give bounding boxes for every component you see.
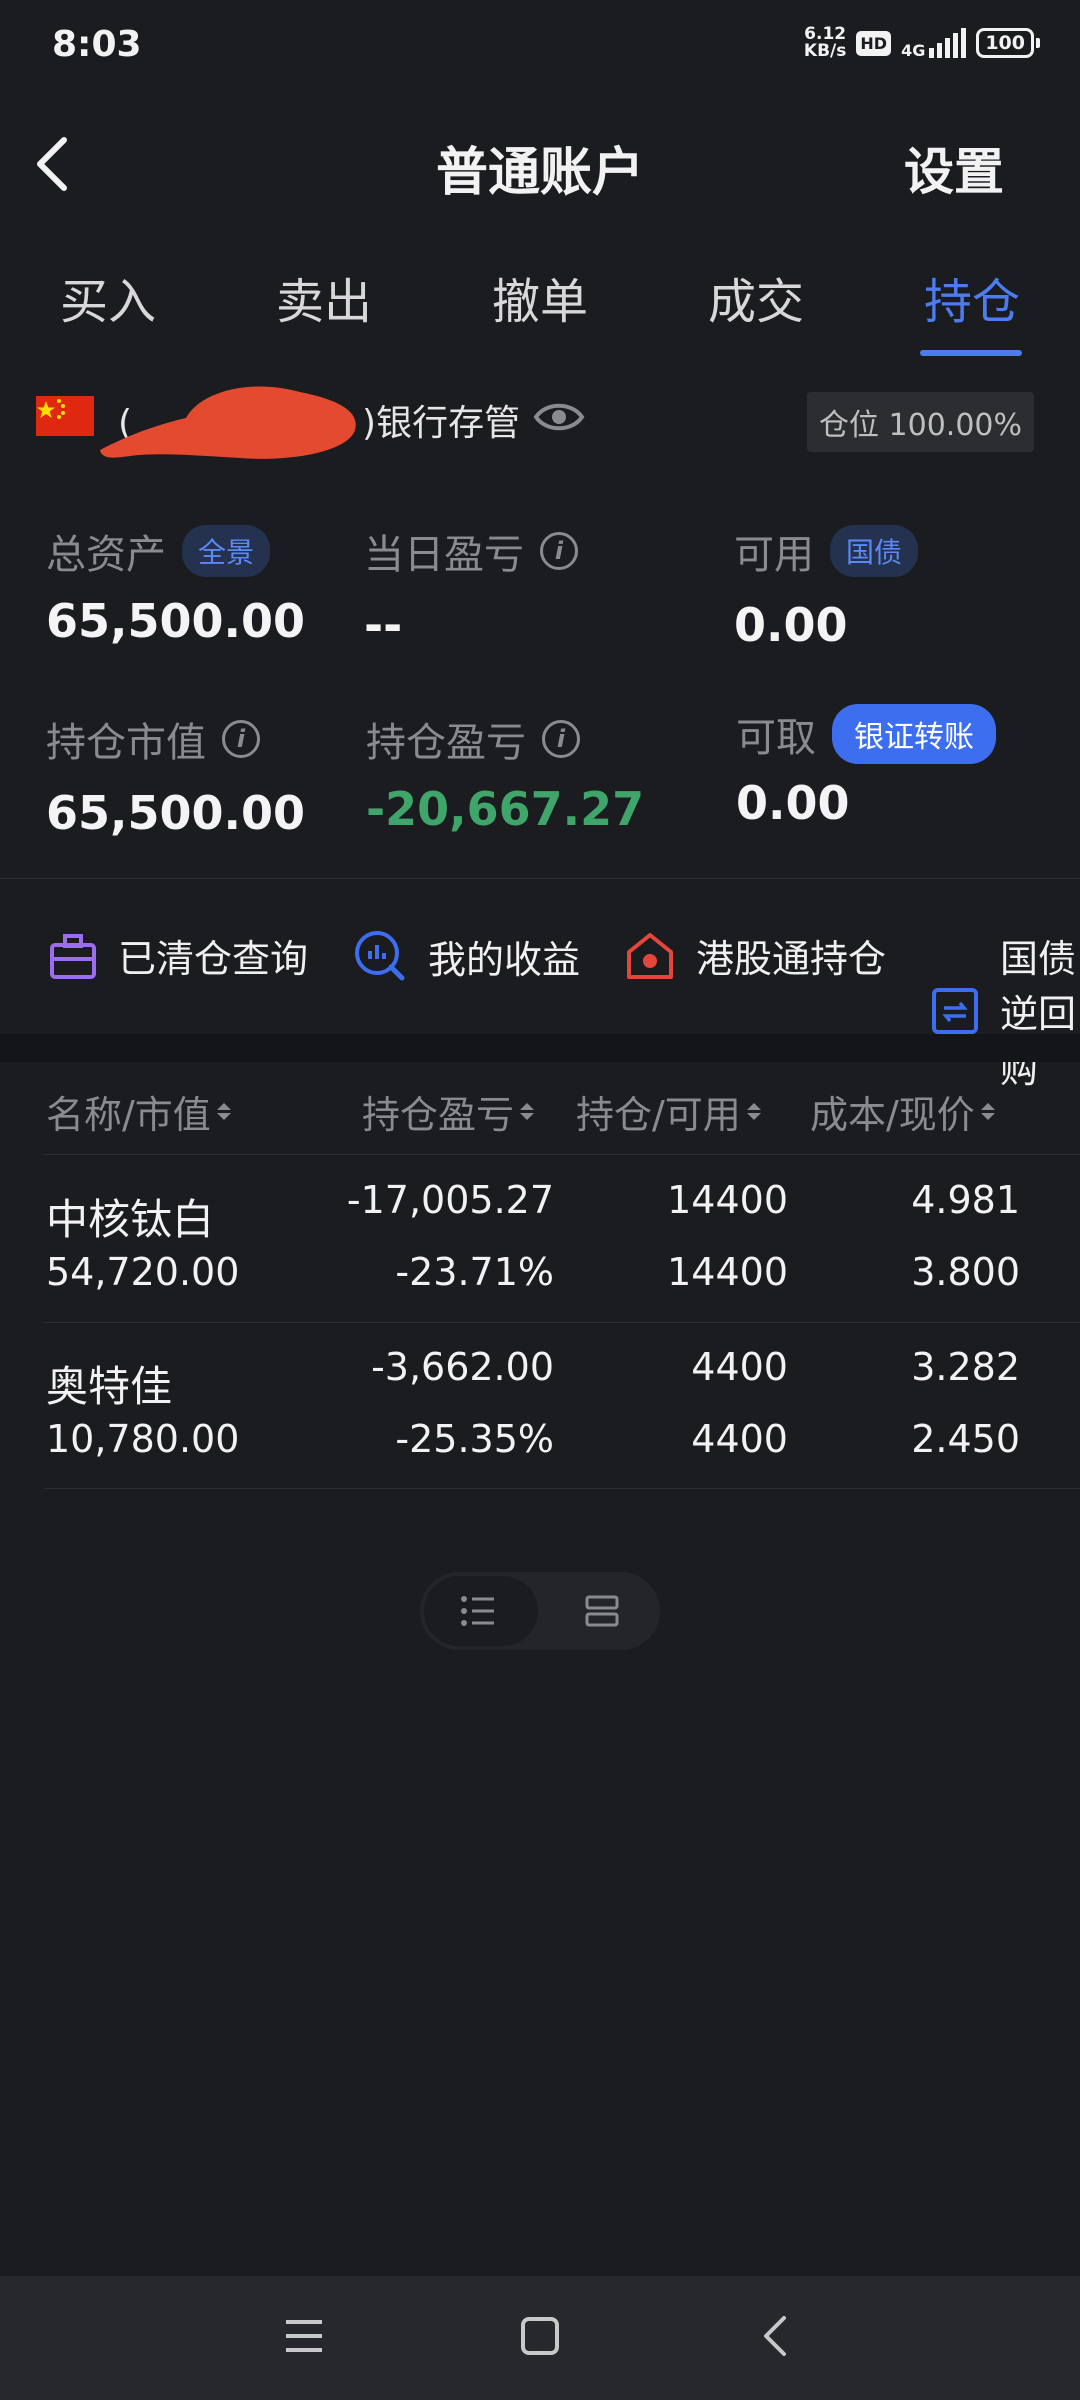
stock-pl-pct: -23.71% [395, 1250, 554, 1294]
withdrawable-value: 0.00 [736, 776, 850, 830]
net-speed: 6.12 KB/s [803, 24, 847, 61]
view-toggle [420, 1572, 660, 1650]
header-position[interactable]: 持仓/可用 [576, 1084, 761, 1139]
settings-button[interactable]: 设置 [904, 132, 1004, 204]
position-pl-value: -20,667.27 [366, 782, 645, 836]
position-pl-label: 持仓盈亏 i [366, 710, 580, 768]
withdrawable-label: 可取 银证转账 [736, 704, 996, 764]
card-view-icon[interactable] [584, 1594, 620, 1628]
bank-transfer-button[interactable]: 银证转账 [832, 704, 996, 764]
table-row[interactable]: 奥特佳 10,780.00 -3,662.00 -25.35% 4400 440… [0, 1323, 1080, 1489]
repo-icon [932, 987, 978, 1034]
table-row[interactable]: 中核钛白 54,720.00 -17,005.27 -23.71% 14400 … [0, 1156, 1080, 1322]
total-assets-label: 总资产 全景 [46, 522, 271, 580]
tab-sell[interactable]: 卖出 [276, 262, 372, 332]
stock-cost: 4.981 [911, 1178, 1020, 1222]
redaction-scribble [100, 386, 356, 459]
total-assets-value: 65,500.00 [46, 594, 305, 648]
stock-pl: -3,662.00 [371, 1345, 554, 1389]
divider [0, 878, 1080, 879]
sort-icon [746, 1103, 761, 1120]
tab-positions[interactable]: 持仓 [924, 262, 1020, 332]
stock-position: 14400 [667, 1178, 788, 1222]
stock-available: 14400 [667, 1250, 788, 1294]
header-cost-price[interactable]: 成本/现价 [810, 1084, 995, 1139]
info-icon[interactable]: i [540, 532, 578, 570]
system-nav-bar [0, 2276, 1080, 2400]
header-name-value[interactable]: 名称/市值 [46, 1084, 231, 1139]
hk-house-icon [627, 932, 673, 979]
menu-icon[interactable] [284, 2318, 324, 2354]
stock-pl: -17,005.27 [346, 1178, 554, 1222]
stock-available: 4400 [691, 1417, 788, 1461]
back-nav-icon[interactable] [760, 2314, 790, 2358]
info-icon[interactable]: i [222, 720, 260, 758]
tab-deals[interactable]: 成交 [708, 262, 804, 332]
list-view-icon[interactable] [460, 1594, 496, 1628]
panorama-tag[interactable]: 全景 [182, 525, 271, 577]
info-icon[interactable]: i [542, 720, 580, 758]
sort-icon [520, 1103, 535, 1120]
position-ratio-badge: 仓位 100.00% [806, 392, 1034, 452]
market-value-value: 65,500.00 [46, 786, 305, 840]
stock-market-value: 54,720.00 [46, 1250, 240, 1294]
stock-pl-pct: -25.35% [395, 1417, 554, 1461]
battery-icon: 100 [976, 28, 1040, 58]
status-time: 8:03 [52, 24, 142, 65]
stock-price: 3.800 [911, 1250, 1020, 1294]
stock-name: 奥特佳 [46, 1362, 173, 1411]
header-pl[interactable]: 持仓盈亏 [362, 1084, 535, 1139]
sort-icon [216, 1103, 231, 1120]
status-icons: 6.12 KB/s HD 4G 100 [804, 26, 1040, 60]
tab-buy[interactable]: 买入 [60, 262, 156, 332]
my-earnings-entry[interactable]: 我的收益 [352, 928, 580, 984]
divider [44, 1488, 1080, 1489]
stock-market-value: 10,780.00 [46, 1417, 240, 1461]
eye-icon[interactable] [532, 394, 586, 440]
stock-name: 中核钛白 [46, 1195, 215, 1244]
home-icon[interactable] [520, 2316, 560, 2356]
market-value-label: 持仓市值 i [46, 710, 260, 768]
china-flag-icon [36, 396, 94, 436]
divider [44, 1154, 1080, 1155]
daily-pl-value: -- [364, 598, 403, 652]
stock-cost: 3.282 [911, 1345, 1020, 1389]
available-value: 0.00 [734, 598, 848, 652]
treasury-repo-entry[interactable]: 国债逆回购 [930, 928, 1080, 1093]
tab-cancel[interactable]: 撤单 [492, 262, 588, 332]
hd-icon: HD [856, 30, 892, 56]
signal-icon: 4G [901, 28, 967, 59]
treasury-tag[interactable]: 国债 [830, 525, 919, 577]
briefcase-icon [50, 933, 96, 979]
available-label: 可用 国债 [734, 522, 919, 580]
tab-active-indicator [920, 350, 1022, 356]
chart-search-icon [355, 931, 405, 981]
sort-icon [980, 1103, 995, 1120]
hk-connect-entry[interactable]: 港股通持仓 [624, 928, 886, 983]
section-gap [0, 1034, 1080, 1062]
stock-price: 2.450 [911, 1417, 1020, 1461]
cleared-positions-entry[interactable]: 已清仓查询 [48, 928, 308, 983]
daily-pl-label: 当日盈亏 i [364, 522, 578, 580]
stock-position: 4400 [691, 1345, 788, 1389]
